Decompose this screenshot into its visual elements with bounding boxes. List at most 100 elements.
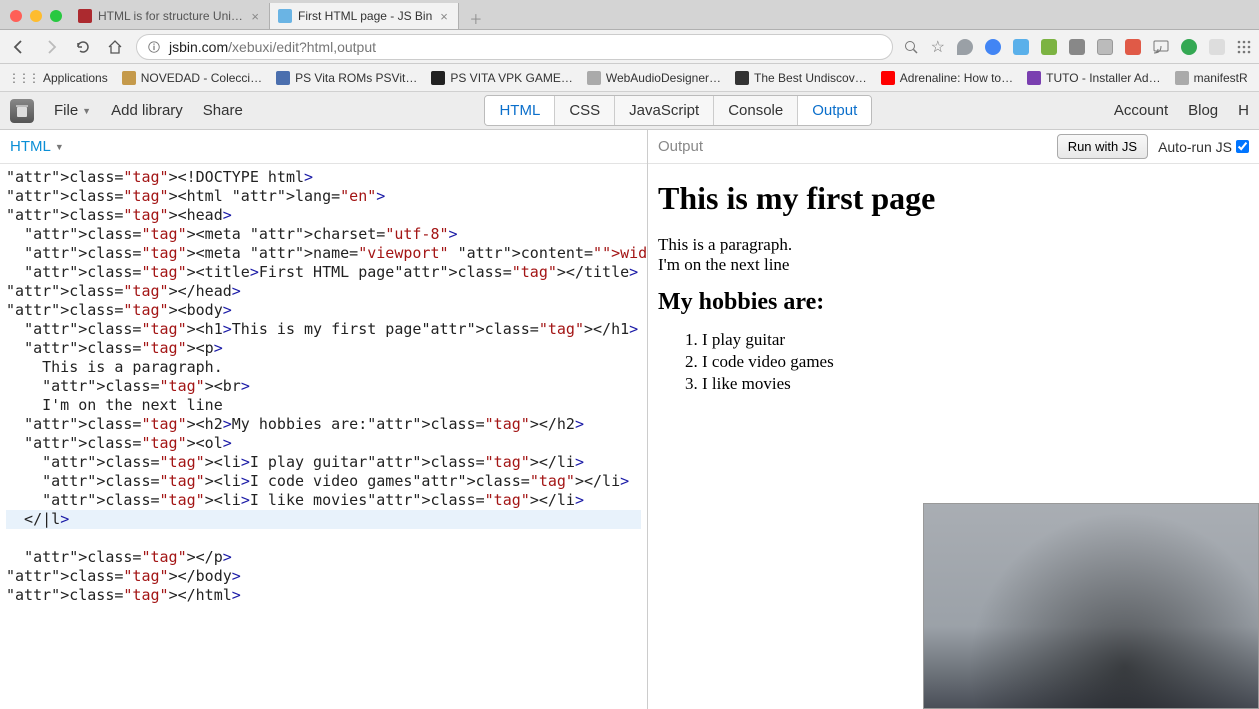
tab-favicon: [78, 9, 92, 23]
list-item: I code video games: [702, 352, 1249, 372]
extension-icon[interactable]: [1125, 39, 1141, 55]
home-icon: [107, 39, 123, 55]
jsbin-logo[interactable]: [10, 99, 34, 123]
reload-icon: [75, 39, 91, 55]
editor-pane: HTML▼ "attr">class="tag"><!DOCTYPE html>…: [0, 130, 648, 709]
bookmark-item[interactable]: manifestR: [1175, 71, 1248, 85]
code-line[interactable]: "attr">class="tag"><head>: [6, 206, 641, 225]
bookmark-favicon: [431, 71, 445, 85]
site-info-icon[interactable]: [147, 40, 161, 54]
code-line[interactable]: "attr">class="tag"></html>: [6, 586, 641, 605]
auto-run-toggle[interactable]: Auto-run JS: [1158, 139, 1249, 155]
panel-tab-css[interactable]: CSS: [555, 96, 615, 125]
bookmark-item[interactable]: The Best Undiscov…: [735, 71, 867, 85]
code-line[interactable]: "attr">class="tag"><li>I code video game…: [6, 472, 641, 491]
help-link[interactable]: H: [1238, 102, 1249, 119]
extension-icon[interactable]: [1097, 39, 1113, 55]
editor-language-dropdown[interactable]: HTML▼: [10, 138, 64, 155]
minimize-window-button[interactable]: [30, 10, 42, 22]
tab-favicon: [278, 9, 292, 23]
code-line[interactable]: I'm on the next line: [6, 396, 641, 415]
output-h2: My hobbies are:: [658, 289, 1249, 316]
account-link[interactable]: Account: [1114, 102, 1168, 119]
bookmarks-bar: ⋮⋮⋮ Applications NOVEDAD - Colecci… PS Vita…: [0, 64, 1259, 92]
new-tab-button[interactable]: ＋: [463, 7, 489, 29]
browser-tabstrip: HTML is for structure Unit | Ja × First …: [0, 0, 1259, 30]
code-line[interactable]: "attr">class="tag"><!DOCTYPE html>: [6, 168, 641, 187]
forward-button[interactable]: [40, 36, 62, 58]
code-line[interactable]: "attr">class="tag"><li>I like movies"att…: [6, 491, 641, 510]
bookmark-favicon: [1027, 71, 1041, 85]
extension-icon[interactable]: [1041, 39, 1057, 55]
extension-icon[interactable]: [1013, 39, 1029, 55]
reload-button[interactable]: [72, 36, 94, 58]
bookmark-favicon: [122, 71, 136, 85]
close-tab-icon[interactable]: ×: [438, 9, 450, 24]
code-line[interactable]: "attr">class="tag"><h1>This is my first …: [6, 320, 641, 339]
share-menu[interactable]: Share: [203, 102, 243, 119]
panel-tab-output[interactable]: Output: [798, 96, 871, 125]
output-h1: This is my first page: [658, 180, 1249, 217]
bookmark-item[interactable]: PS Vita ROMs PSVit…: [276, 71, 417, 85]
panel-tab-html[interactable]: HTML: [485, 96, 555, 125]
menu-icon[interactable]: [1237, 40, 1251, 54]
run-with-js-button[interactable]: Run with JS: [1057, 134, 1148, 159]
bookmark-item[interactable]: NOVEDAD - Colecci…: [122, 71, 262, 85]
code-line[interactable]: "attr">class="tag"><meta "attr">charset=…: [6, 225, 641, 244]
cast-icon[interactable]: [1153, 40, 1169, 54]
code-line[interactable]: "attr">class="tag"></p>: [6, 548, 641, 567]
code-line[interactable]: "attr">class="tag"><h2>My hobbies are:"a…: [6, 415, 641, 434]
bookmark-label: Applications: [43, 71, 108, 85]
browser-tab-active[interactable]: First HTML page - JS Bin ×: [270, 3, 459, 29]
add-library-menu[interactable]: Add library: [111, 102, 183, 119]
bookmark-item[interactable]: ⋮⋮⋮ Applications: [8, 71, 108, 85]
arrow-right-icon: [43, 39, 59, 55]
code-line[interactable]: "attr">class="tag"><p>: [6, 339, 641, 358]
code-line[interactable]: "attr">class="tag"><li>I play guitar"att…: [6, 453, 641, 472]
home-button[interactable]: [104, 36, 126, 58]
auto-run-checkbox[interactable]: [1236, 140, 1249, 153]
code-editor[interactable]: "attr">class="tag"><!DOCTYPE html>"attr"…: [0, 164, 647, 709]
tab-title: HTML is for structure Unit | Ja: [98, 9, 243, 23]
code-line[interactable]: "attr">class="tag"><ol>: [6, 434, 641, 453]
split-view: HTML▼ "attr">class="tag"><!DOCTYPE html>…: [0, 130, 1259, 709]
extension-icon[interactable]: [985, 39, 1001, 55]
code-line[interactable]: "attr">class="tag"><meta "attr">name="vi…: [6, 244, 641, 263]
star-icon[interactable]: ☆: [931, 37, 945, 57]
file-menu[interactable]: File▼: [54, 102, 91, 119]
extension-icon[interactable]: [957, 39, 973, 55]
browser-tab[interactable]: HTML is for structure Unit | Ja ×: [70, 3, 270, 29]
output-list: I play guitarI code video gamesI like mo…: [658, 330, 1249, 394]
zoom-icon[interactable]: [903, 39, 919, 55]
close-tab-icon[interactable]: ×: [249, 9, 261, 24]
bookmark-item[interactable]: TUTO - Installer Ad…: [1027, 71, 1160, 85]
back-button[interactable]: [8, 36, 30, 58]
code-line[interactable]: This is a paragraph.: [6, 358, 641, 377]
bookmark-favicon: [1175, 71, 1189, 85]
address-field[interactable]: jsbin.com/xebuxi/edit?html,output: [136, 34, 893, 60]
code-line[interactable]: "attr">class="tag"><body>: [6, 301, 641, 320]
extension-icon[interactable]: [1069, 39, 1085, 55]
code-line[interactable]: "attr">class="tag"><html "attr">lang="en…: [6, 187, 641, 206]
output-pane-header: Output Run with JS Auto-run JS: [648, 130, 1259, 164]
code-line[interactable]: "attr">class="tag"></head>: [6, 282, 641, 301]
window-controls: [10, 10, 62, 22]
bookmark-label: Adrenaline: How to…: [900, 71, 1013, 85]
panel-tab-console[interactable]: Console: [714, 96, 798, 125]
extension-icon[interactable]: [1209, 39, 1225, 55]
bookmark-item[interactable]: WebAudioDesigner…: [587, 71, 721, 85]
code-line[interactable]: [6, 529, 641, 548]
chevron-down-icon: ▼: [55, 142, 64, 152]
code-line[interactable]: </|l>: [6, 510, 641, 529]
close-window-button[interactable]: [10, 10, 22, 22]
bookmark-item[interactable]: Adrenaline: How to…: [881, 71, 1013, 85]
bookmark-item[interactable]: PS VITA VPK GAME…: [431, 71, 572, 85]
blog-link[interactable]: Blog: [1188, 102, 1218, 119]
maximize-window-button[interactable]: [50, 10, 62, 22]
code-line[interactable]: "attr">class="tag"><title>First HTML pag…: [6, 263, 641, 282]
profile-icon[interactable]: [1181, 39, 1197, 55]
apps-icon: ⋮⋮⋮: [8, 71, 38, 85]
panel-tab-javascript[interactable]: JavaScript: [615, 96, 714, 125]
code-line[interactable]: "attr">class="tag"><br>: [6, 377, 641, 396]
code-line[interactable]: "attr">class="tag"></body>: [6, 567, 641, 586]
